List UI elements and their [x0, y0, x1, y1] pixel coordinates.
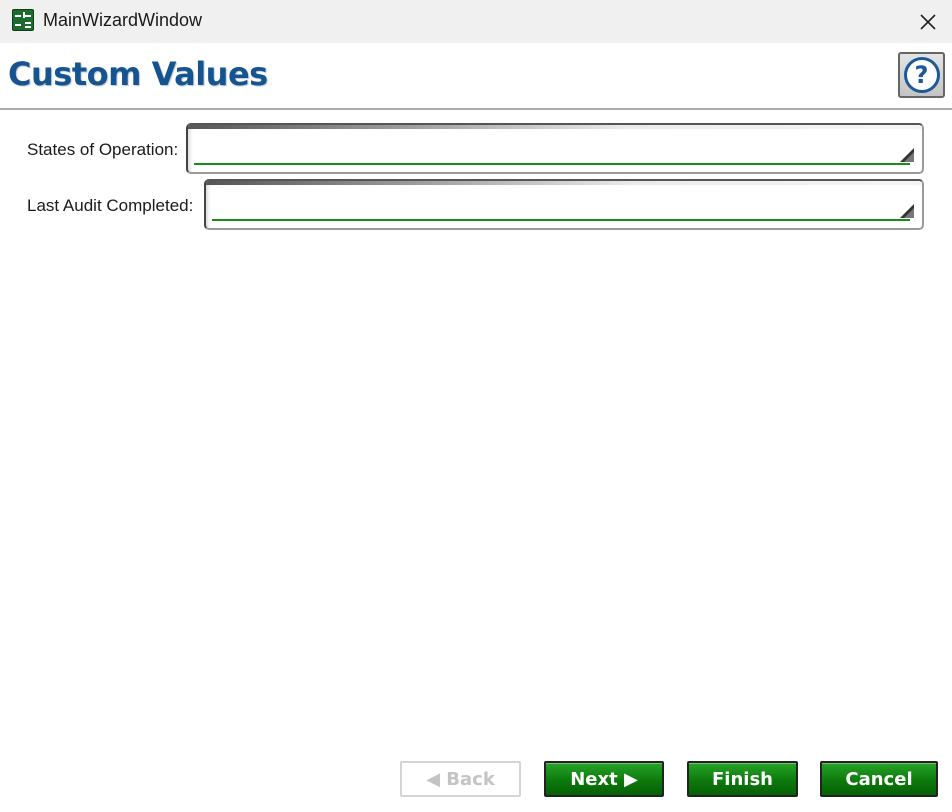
- resize-grip-icon[interactable]: [900, 148, 914, 162]
- next-button[interactable]: Next ▶: [544, 761, 664, 797]
- back-button[interactable]: ◀ Back: [400, 761, 521, 797]
- field-underline: [212, 219, 910, 221]
- spreadsheet-icon: [12, 9, 34, 31]
- resize-grip-icon[interactable]: [900, 204, 914, 218]
- last-audit-completed-label: Last Audit Completed:: [27, 196, 194, 215]
- close-button[interactable]: [904, 0, 952, 43]
- wizard-header: Custom Values ?: [0, 43, 952, 110]
- states-of-operation-input[interactable]: [194, 131, 894, 160]
- help-button[interactable]: ?: [898, 52, 945, 98]
- title-bar: MainWizardWindow: [0, 0, 952, 43]
- states-of-operation-label: States of Operation:: [27, 140, 179, 159]
- help-icon: ?: [903, 57, 940, 93]
- states-of-operation-field[interactable]: [186, 123, 924, 174]
- cancel-button[interactable]: Cancel: [820, 761, 938, 797]
- window-title: MainWizardWindow: [43, 10, 203, 30]
- wizard-window: MainWizardWindow Custom Values ? States …: [0, 0, 952, 812]
- last-audit-completed-input[interactable]: [212, 187, 894, 216]
- finish-button[interactable]: Finish: [687, 761, 798, 797]
- close-icon: [920, 13, 936, 30]
- last-audit-completed-field[interactable]: [204, 179, 924, 230]
- field-underline: [194, 163, 910, 165]
- page-title: Custom Values: [8, 55, 268, 93]
